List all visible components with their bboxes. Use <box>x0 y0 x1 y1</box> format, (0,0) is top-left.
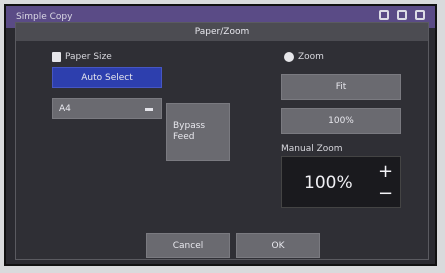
ok-button[interactable]: OK <box>236 233 320 258</box>
fit-button[interactable]: Fit <box>281 74 401 100</box>
home-icon[interactable] <box>415 10 425 20</box>
menu-icon[interactable] <box>397 10 407 20</box>
zoom-icon <box>284 52 294 62</box>
top-bar-icons <box>379 10 425 20</box>
auto-select-button[interactable]: Auto Select <box>52 67 162 88</box>
zoom-text: Zoom <box>298 52 324 62</box>
manual-zoom-label: Manual Zoom <box>281 144 343 154</box>
zoom-label: Zoom <box>284 52 324 62</box>
device-screen: Simple Copy Paper/Zoom Paper Size Auto S… <box>4 4 437 266</box>
app-title: Simple Copy <box>16 12 73 22</box>
dropdown-caret-icon <box>145 108 153 111</box>
paper-size-label: Paper Size <box>52 52 112 62</box>
zoom-minus-icon[interactable]: − <box>378 185 393 203</box>
dialog-title: Paper/Zoom <box>16 23 428 41</box>
zoom-100-button[interactable]: 100% <box>281 108 401 134</box>
manual-zoom-value: 100% <box>304 173 353 193</box>
cancel-button[interactable]: Cancel <box>146 233 230 258</box>
paper-size-value: A4 <box>59 104 71 114</box>
paper-zoom-dialog: Paper/Zoom Paper Size Auto Select A4 Byp… <box>15 22 429 260</box>
bypass-feed-button[interactable]: Bypass Feed <box>166 103 230 161</box>
manual-zoom-box: 100% + − <box>281 156 401 208</box>
bypass-feed-label: Bypass Feed <box>173 121 206 142</box>
zoom-plus-icon[interactable]: + <box>378 163 393 181</box>
paper-size-text: Paper Size <box>65 52 112 62</box>
status-icon <box>379 10 389 20</box>
paper-size-select[interactable]: A4 <box>52 98 162 119</box>
paper-icon <box>52 52 61 62</box>
